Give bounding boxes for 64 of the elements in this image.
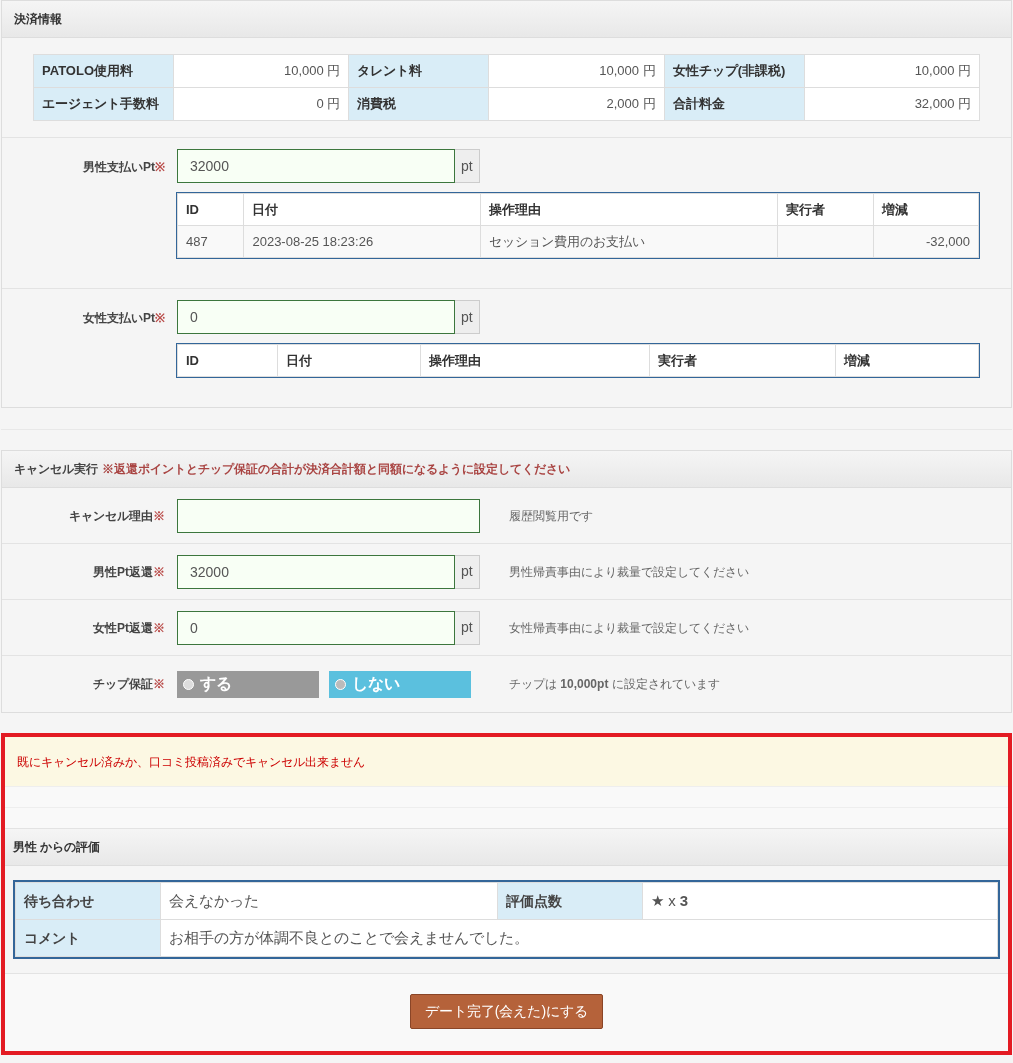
unit-label: pt <box>455 610 480 645</box>
review-label: 評価点数 <box>497 882 643 920</box>
required-mark: ※ <box>153 564 165 579</box>
fee-label: 女性チップ(非課税) <box>664 54 805 88</box>
required-mark: ※ <box>153 508 165 523</box>
required-mark: ※ <box>153 620 165 635</box>
field-label: 男性Pt返還 <box>93 564 153 579</box>
field-label: キャンセル理由 <box>69 508 153 523</box>
fee-value: 32,000 円 <box>804 87 980 121</box>
field-label: 女性支払いPt <box>83 311 155 325</box>
column-header: 増減 <box>835 344 979 377</box>
column-header: ID <box>177 344 278 377</box>
fee-label: 消費税 <box>348 87 489 121</box>
points-field[interactable]: 0 <box>177 300 455 334</box>
fee-value: 10,000 円 <box>173 54 349 88</box>
column-header: 操作理由 <box>480 193 778 226</box>
field-hint: 履歴閲覧用です <box>509 507 593 525</box>
column-header: 日付 <box>243 193 481 226</box>
column-header: 実行者 <box>777 193 874 226</box>
table-cell: 487 <box>177 225 244 258</box>
fee-value: 2,000 円 <box>488 87 665 121</box>
required-mark: ※ <box>155 160 165 174</box>
complete-date-button[interactable]: デート完了(会えた)にする <box>409 994 604 1029</box>
points-field[interactable]: 0 <box>177 610 455 645</box>
review-value: 会えなかった <box>160 882 498 920</box>
fee-label: PATOLO使用料 <box>33 54 174 88</box>
radio-icon <box>335 678 346 690</box>
fee-value: 10,000 円 <box>488 54 665 88</box>
panel-header: 男性 からの評価 <box>5 829 1008 866</box>
unit-label: pt <box>455 554 480 589</box>
fee-value: 0 円 <box>173 87 349 121</box>
unit-label: pt <box>455 300 480 334</box>
table-cell: 2023-08-25 18:23:26 <box>243 225 481 258</box>
field-label: 男性支払いPt <box>83 160 155 174</box>
field-label: 女性Pt返還 <box>93 620 153 635</box>
points-field[interactable]: 32000 <box>177 554 455 589</box>
field-label: チップ保証 <box>93 677 153 691</box>
field-hint: チップは 10,000pt に設定されています <box>509 676 720 693</box>
warning-note: ※返還ポイントとチップ保証の合計が決済合計額と同額になるように設定してください <box>102 461 570 478</box>
points-field[interactable]: 32000 <box>177 149 455 183</box>
fee-label: エージェント手数料 <box>33 87 174 121</box>
review-label: 待ち合わせ <box>15 882 161 920</box>
column-header: ID <box>177 193 244 226</box>
table-cell: セッション費用のお支払い <box>480 225 778 258</box>
column-header: 増減 <box>873 193 979 226</box>
field-hint: 女性帰責事由により裁量で設定してください <box>509 619 749 637</box>
required-mark: ※ <box>153 677 165 691</box>
column-header: 日付 <box>277 344 421 377</box>
alert-message: 既にキャンセル済みか、口コミ投稿済みでキャンセル出来ません <box>5 737 1008 787</box>
unit-label: pt <box>455 149 480 183</box>
points-field[interactable] <box>177 498 480 533</box>
panel-title: キャンセル実行 <box>14 461 98 478</box>
table-cell: -32,000 <box>873 225 979 258</box>
fee-label: 合計料金 <box>664 87 805 121</box>
radio-icon <box>183 678 194 690</box>
review-label: コメント <box>15 919 161 957</box>
required-mark: ※ <box>155 311 165 325</box>
fee-label: タレント料 <box>348 54 489 88</box>
review-value: ★ x 3 <box>642 882 998 920</box>
fee-value: 10,000 円 <box>804 54 980 88</box>
column-header: 操作理由 <box>420 344 650 377</box>
review-value: お相手の方が体調不良とのことで会えませんでした。 <box>160 919 998 957</box>
field-hint: 男性帰責事由により裁量で設定してください <box>509 563 749 581</box>
column-header: 実行者 <box>649 344 836 377</box>
